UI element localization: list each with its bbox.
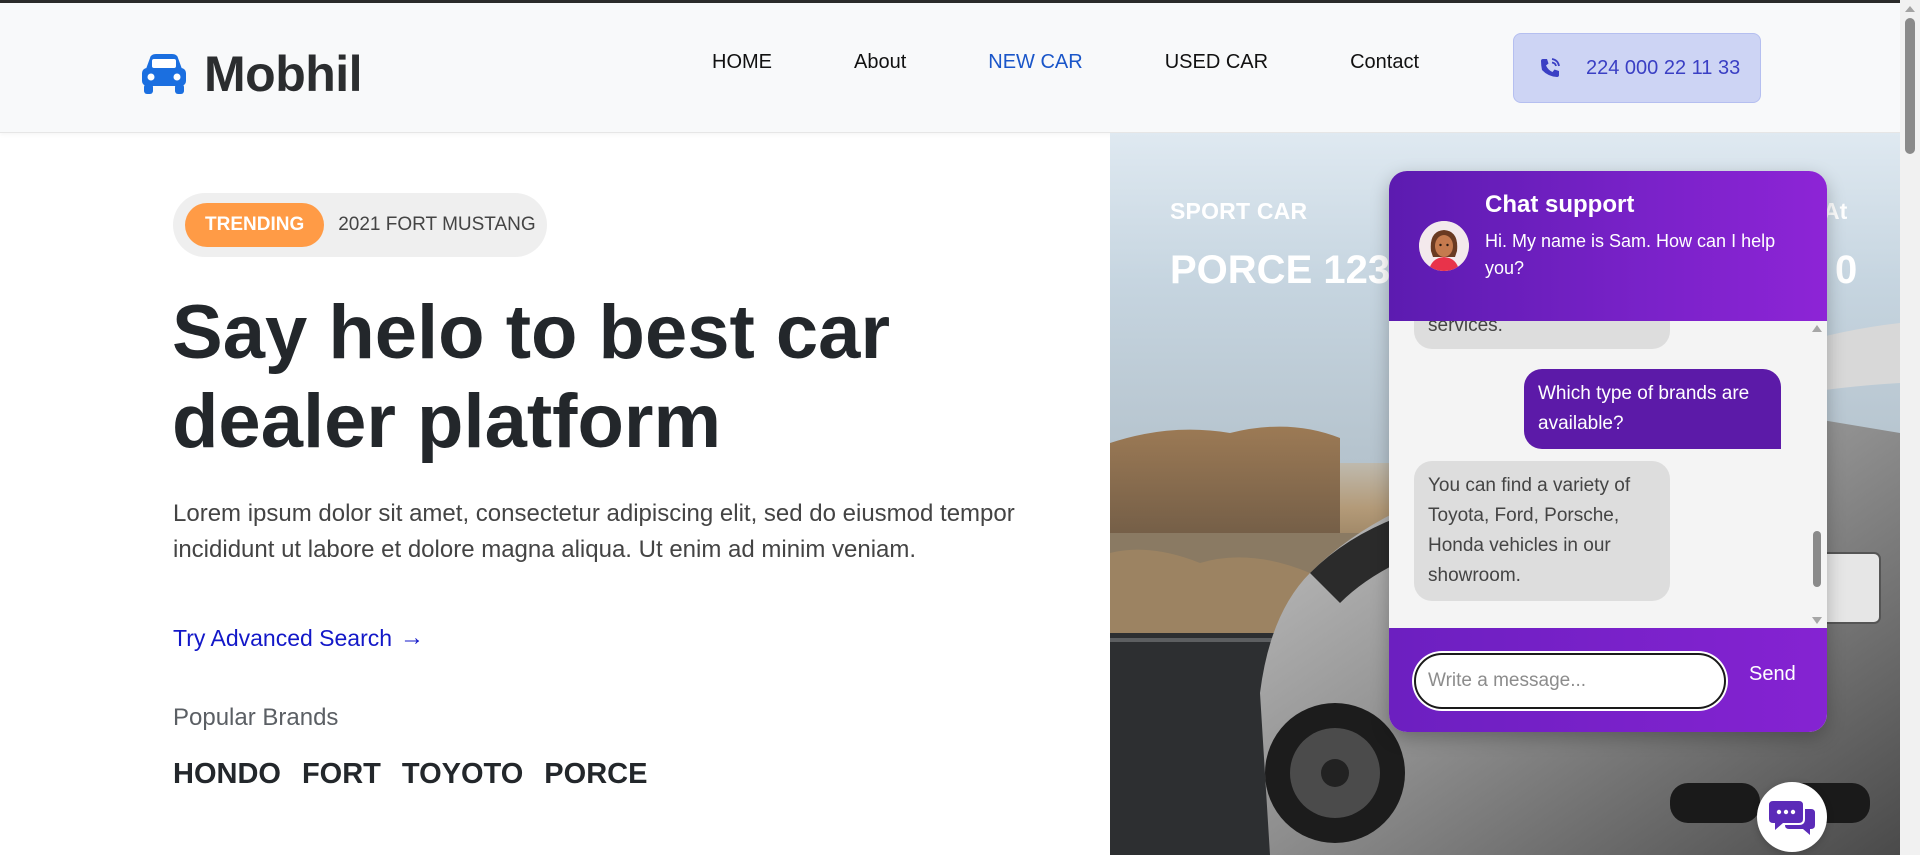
brand-toyoto[interactable]: TOYOTO bbox=[402, 758, 523, 791]
chat-scroll-thumb[interactable] bbox=[1813, 531, 1821, 587]
chat-message-list[interactable]: services. Which type of brands are avail… bbox=[1389, 321, 1827, 628]
chat-greeting: Hi. My name is Sam. How can I help you? bbox=[1485, 231, 1776, 278]
send-button[interactable]: Send bbox=[1749, 663, 1796, 686]
support-avatar bbox=[1419, 221, 1469, 271]
page-scroll-thumb[interactable] bbox=[1905, 18, 1915, 154]
scroll-up-arrow-icon[interactable] bbox=[1905, 6, 1915, 12]
chat-scrollbar[interactable] bbox=[1809, 321, 1825, 628]
chat-scroll-down-icon[interactable] bbox=[1812, 617, 1822, 624]
main-nav: HOME About NEW CAR USED CAR Contact bbox=[712, 51, 1501, 74]
chat-message-input[interactable] bbox=[1414, 653, 1726, 709]
hero-title-line1: Say helo to best car bbox=[172, 290, 891, 375]
chat-bubbles-icon bbox=[1769, 801, 1815, 835]
nav-new-car[interactable]: NEW CAR bbox=[988, 51, 1082, 74]
popular-brands-label: Popular Brands bbox=[173, 704, 339, 731]
price-value: 0 bbox=[1835, 248, 1858, 292]
hero-description: Lorem ipsum dolor sit amet, consectetur … bbox=[173, 500, 1015, 563]
page-scrollbar[interactable] bbox=[1900, 0, 1920, 855]
phone-number: 224 000 22 11 33 bbox=[1586, 56, 1741, 79]
phone-icon bbox=[1541, 58, 1560, 77]
logo-text: Mobhil bbox=[204, 46, 363, 102]
arrow-right-icon: → bbox=[400, 624, 425, 651]
hero-title-line2: dealer platform bbox=[172, 379, 722, 464]
advanced-search-link[interactable]: Try Advanced Search → bbox=[173, 624, 424, 652]
brand-porce[interactable]: PORCE bbox=[544, 758, 647, 791]
chat-message-user: Which type of brands are available? bbox=[1524, 369, 1781, 449]
brand-list: HONDO FORT TOYOTO PORCE bbox=[173, 758, 668, 791]
chat-message-bot: You can find a variety of Toyota, Ford, … bbox=[1414, 461, 1670, 601]
nav-used-car[interactable]: USED CAR bbox=[1165, 51, 1268, 74]
trending-pill[interactable]: TRENDING 2021 FORT MUSTANG bbox=[173, 193, 547, 257]
phone-button[interactable]: 224 000 22 11 33 bbox=[1513, 33, 1761, 103]
nav-contact[interactable]: Contact bbox=[1350, 51, 1419, 74]
brand-fort[interactable]: FORT bbox=[302, 758, 381, 791]
nav-about[interactable]: About bbox=[854, 51, 906, 74]
chat-message-bot: services. bbox=[1414, 321, 1670, 349]
chat-widget: Chat support Hi. My name is Sam. How can… bbox=[1389, 171, 1827, 732]
chat-toggle-button[interactable] bbox=[1757, 782, 1827, 852]
chat-title: Chat support bbox=[1485, 191, 1635, 218]
agent-avatar-icon bbox=[1419, 221, 1469, 271]
car-icon bbox=[142, 54, 186, 94]
site-header: Mobhil HOME About NEW CAR USED CAR Conta… bbox=[0, 3, 1900, 133]
brand-hondo[interactable]: HONDO bbox=[173, 758, 281, 791]
chat-scroll-up-icon[interactable] bbox=[1812, 325, 1822, 332]
chat-input-bar: Send bbox=[1389, 628, 1827, 732]
nav-home[interactable]: HOME bbox=[712, 51, 772, 74]
chat-header: Chat support Hi. My name is Sam. How can… bbox=[1389, 171, 1827, 321]
logo[interactable]: Mobhil bbox=[140, 45, 363, 103]
trending-badge: TRENDING bbox=[185, 203, 325, 247]
trending-car-text: 2021 FORT MUSTANG bbox=[338, 214, 536, 235]
car-category: SPORT CAR bbox=[1170, 198, 1308, 224]
advanced-search-label: Try Advanced Search bbox=[173, 624, 393, 651]
hero-title: Say helo to best car dealer platform bbox=[172, 288, 932, 466]
